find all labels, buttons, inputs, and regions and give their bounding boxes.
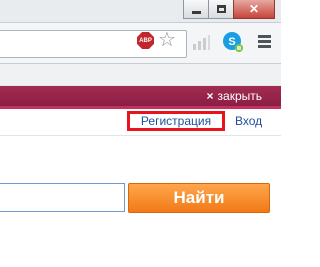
close-label: закрыть: [217, 89, 262, 103]
auth-row: Регистрация Вход: [0, 109, 281, 136]
notification-bar: × закрыть: [0, 86, 281, 109]
minimize-button[interactable]: [183, 0, 209, 19]
page-top-band: [0, 64, 281, 86]
star-icon[interactable]: ☆: [158, 30, 176, 50]
close-icon: ✕: [248, 2, 260, 16]
svg-text:S: S: [228, 36, 235, 48]
minimize-icon: [191, 10, 201, 14]
register-link[interactable]: Регистрация: [127, 111, 225, 131]
menu-icon[interactable]: [258, 35, 271, 48]
search-button[interactable]: Найти: [128, 183, 270, 213]
window-controls: ✕: [183, 0, 275, 19]
maximize-icon: [216, 5, 226, 13]
skype-icon[interactable]: S: [222, 31, 244, 53]
close-window-button[interactable]: ✕: [233, 0, 275, 19]
notification-close[interactable]: × закрыть: [207, 88, 263, 104]
maximize-button[interactable]: [208, 0, 234, 19]
title-bar: ✕: [0, 0, 281, 23]
adblock-icon[interactable]: ABP: [137, 32, 154, 49]
search-input[interactable]: [0, 183, 125, 212]
close-x-icon: ×: [206, 89, 214, 103]
login-link[interactable]: Вход: [235, 114, 262, 128]
browser-window: ✕ ABP ☆ S × закрыть Регистрация Вход Найт…: [0, 0, 281, 267]
signal-icon[interactable]: [192, 34, 210, 50]
adblock-label: ABP: [139, 37, 152, 44]
